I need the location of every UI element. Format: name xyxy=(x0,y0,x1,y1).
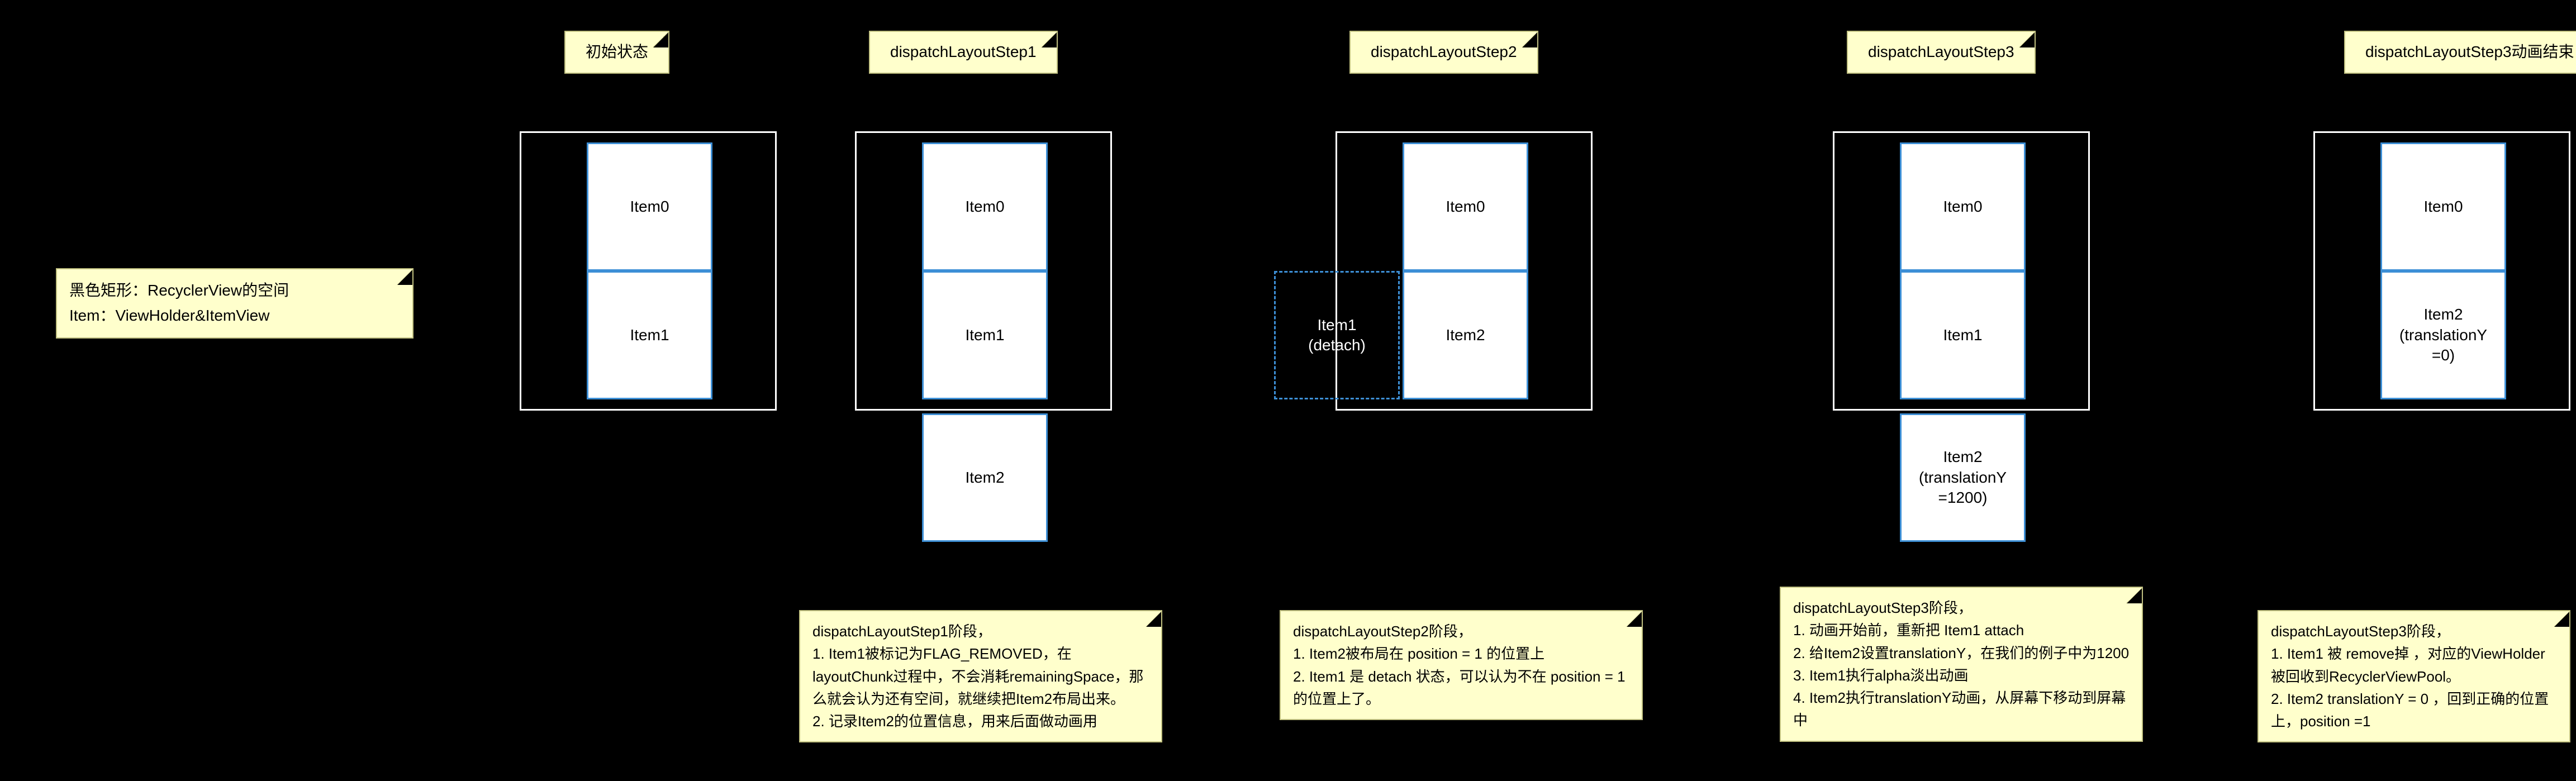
desc-3: dispatchLayoutStep3阶段， 1. 动画开始前，重新把 Item… xyxy=(1780,587,2143,742)
item-c2-0: Item0 xyxy=(1403,142,1528,271)
legend-note: 黑色矩形：RecyclerView的空间 Item：ViewHolder&Ite… xyxy=(56,268,414,339)
legend-line1: 黑色矩形：RecyclerView的空间 xyxy=(69,278,400,303)
item-c2-2: Item2 xyxy=(1403,271,1528,399)
legend-line2: Item：ViewHolder&ItemView xyxy=(69,303,400,328)
item-c3-2: Item2 (translationY =1200) xyxy=(1900,413,2026,542)
header-4: dispatchLayoutStep3动画结束 xyxy=(2344,31,2576,74)
desc-2: dispatchLayoutStep2阶段， 1. Item2被布局在 posi… xyxy=(1280,610,1643,720)
header-0: 初始状态 xyxy=(564,31,669,74)
item-c0-0: Item0 xyxy=(587,142,712,271)
item-c4-0: Item0 xyxy=(2380,142,2506,271)
item-c0-1: Item1 xyxy=(587,271,712,399)
item-c3-1: Item1 xyxy=(1900,271,2026,399)
header-1: dispatchLayoutStep1 xyxy=(869,31,1058,74)
item-c1-1: Item1 xyxy=(922,271,1048,399)
desc-1: dispatchLayoutStep1阶段， 1. Item1被标记为FLAG_… xyxy=(799,610,1162,742)
header-2: dispatchLayoutStep2 xyxy=(1349,31,1538,74)
item-c3-0: Item0 xyxy=(1900,142,2026,271)
desc-4: dispatchLayoutStep3阶段， 1. Item1 被 remove… xyxy=(2257,610,2570,742)
item-c1-0: Item0 xyxy=(922,142,1048,271)
item-c1-2: Item2 xyxy=(922,413,1048,542)
item-c4-1: Item2 (translationY =0) xyxy=(2380,271,2506,399)
item-c2-1-detached: Item1 (detach) xyxy=(1274,271,1400,399)
header-3: dispatchLayoutStep3 xyxy=(1847,31,2036,74)
